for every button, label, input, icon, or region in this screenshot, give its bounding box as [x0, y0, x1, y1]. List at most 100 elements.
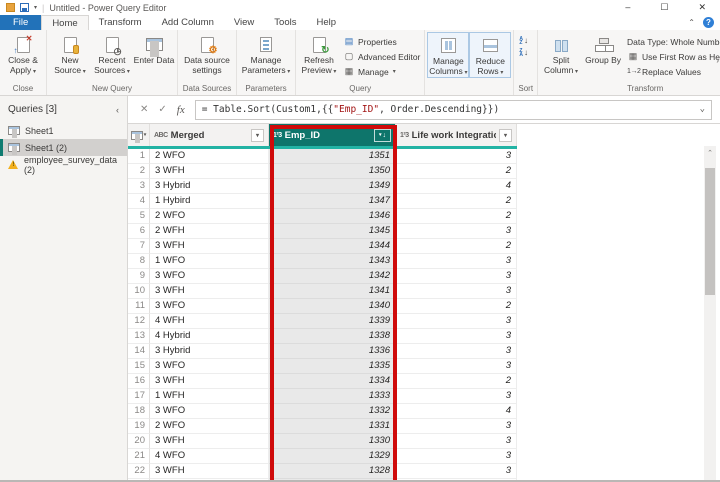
- cell-life-work-integration[interactable]: 3: [396, 329, 517, 344]
- cell-emp-id[interactable]: 1330: [269, 434, 396, 449]
- cell-emp-id[interactable]: 1338: [269, 329, 396, 344]
- enter-data-button[interactable]: Enter Data: [133, 32, 175, 66]
- reduce-rows-button[interactable]: Reduce Rows: [469, 32, 511, 78]
- cell-emp-id[interactable]: 1346: [269, 209, 396, 224]
- table-row[interactable]: 171 WFH13333: [128, 389, 720, 404]
- table-row[interactable]: 192 WFO13313: [128, 419, 720, 434]
- cell-merged[interactable]: 2 WFO: [150, 209, 269, 224]
- table-row[interactable]: 33 Hybrid13494: [128, 179, 720, 194]
- cell-emp-id[interactable]: 1333: [269, 389, 396, 404]
- cell-merged[interactable]: 1 WFH: [150, 389, 269, 404]
- ribbon-overflow-icon[interactable]: ›: [716, 56, 719, 65]
- select-all-corner[interactable]: ▾: [128, 124, 150, 146]
- tab-help[interactable]: Help: [306, 15, 346, 30]
- query-item-sheet1-2[interactable]: Sheet1 (2): [0, 139, 127, 156]
- properties-button[interactable]: ▤ Properties: [343, 35, 420, 48]
- cell-emp-id[interactable]: 1342: [269, 269, 396, 284]
- tab-add-column[interactable]: Add Column: [152, 15, 224, 30]
- cell-merged[interactable]: 3 WFH: [150, 434, 269, 449]
- tab-file[interactable]: File: [0, 15, 41, 30]
- table-row[interactable]: 134 Hybrid13383: [128, 329, 720, 344]
- cell-merged[interactable]: 3 Hybrid: [150, 344, 269, 359]
- table-row[interactable]: 153 WFO13353: [128, 359, 720, 374]
- table-row[interactable]: 124 WFH13393: [128, 314, 720, 329]
- cell-merged[interactable]: 2 WFO: [150, 149, 269, 164]
- cell-life-work-integration[interactable]: 2: [396, 374, 517, 389]
- column-header-life-work-integration[interactable]: 1²3 Life work Integration ▾: [396, 124, 517, 146]
- row-number-cell[interactable]: 16: [128, 374, 150, 389]
- close-apply-button[interactable]: ✕↑ Close & Apply: [2, 32, 44, 76]
- table-row[interactable]: 214 WFO13293: [128, 449, 720, 464]
- query-item-employee-survey-data[interactable]: employee_survey_data (2): [0, 156, 127, 173]
- table-row[interactable]: 103 WFH13413: [128, 284, 720, 299]
- sort-descending-button[interactable]: ZA↓: [519, 48, 528, 57]
- tab-home[interactable]: Home: [41, 15, 88, 30]
- cell-merged[interactable]: 3 WFO: [150, 404, 269, 419]
- row-number-cell[interactable]: 18: [128, 404, 150, 419]
- cell-merged[interactable]: 1 Hybird: [150, 194, 269, 209]
- table-row[interactable]: 12 WFO13513: [128, 149, 720, 164]
- manage-columns-button[interactable]: Manage Columns: [427, 32, 469, 78]
- new-source-button[interactable]: New Source: [49, 32, 91, 76]
- formula-expand-icon[interactable]: ⌄: [700, 104, 705, 114]
- table-row[interactable]: 163 WFH13342: [128, 374, 720, 389]
- cell-emp-id[interactable]: 1349: [269, 179, 396, 194]
- table-row[interactable]: 23 WFH13502: [128, 164, 720, 179]
- cell-life-work-integration[interactable]: 2: [396, 209, 517, 224]
- filter-dropdown-icon[interactable]: ▾: [499, 129, 512, 142]
- table-row[interactable]: 81 WFO13433: [128, 254, 720, 269]
- row-number-cell[interactable]: 1: [128, 149, 150, 164]
- table-row[interactable]: 73 WFH13442: [128, 239, 720, 254]
- cell-emp-id[interactable]: 1350: [269, 164, 396, 179]
- row-number-cell[interactable]: 21: [128, 449, 150, 464]
- cell-merged[interactable]: 1 WFO: [150, 254, 269, 269]
- refresh-preview-button[interactable]: ↻ Refresh Preview: [298, 32, 340, 76]
- manage-button[interactable]: ▦ Manage: [343, 65, 420, 78]
- row-number-cell[interactable]: 10: [128, 284, 150, 299]
- cell-life-work-integration[interactable]: 3: [396, 449, 517, 464]
- cell-life-work-integration[interactable]: 3: [396, 269, 517, 284]
- first-row-headers-button[interactable]: ▦ Use First Row as Headers: [627, 50, 720, 63]
- collapse-ribbon-icon[interactable]: ⌃: [688, 18, 695, 27]
- cell-merged[interactable]: 3 WFH: [150, 464, 269, 479]
- table-row[interactable]: 183 WFO13324: [128, 404, 720, 419]
- cell-emp-id[interactable]: 1341: [269, 284, 396, 299]
- cell-emp-id[interactable]: 1328: [269, 464, 396, 479]
- cell-life-work-integration[interactable]: 4: [396, 179, 517, 194]
- table-row[interactable]: 52 WFO13462: [128, 209, 720, 224]
- scrollbar-thumb[interactable]: [705, 168, 715, 295]
- row-number-cell[interactable]: 11: [128, 299, 150, 314]
- recent-sources-button[interactable]: ◷ Recent Sources: [91, 32, 133, 76]
- split-column-button[interactable]: Split Column: [540, 32, 582, 76]
- save-icon[interactable]: [20, 3, 29, 12]
- help-button[interactable]: ?: [703, 17, 714, 28]
- cell-life-work-integration[interactable]: 3: [396, 254, 517, 269]
- cell-emp-id[interactable]: 1335: [269, 359, 396, 374]
- cell-life-work-integration[interactable]: 3: [396, 284, 517, 299]
- column-header-emp-id[interactable]: 1²3 Emp_ID ▾↓: [269, 124, 396, 146]
- table-row[interactable]: 62 WFH13453: [128, 224, 720, 239]
- data-type-button[interactable]: Data Type: Whole Number: [627, 35, 720, 48]
- cell-life-work-integration[interactable]: 3: [396, 314, 517, 329]
- cell-merged[interactable]: 3 WFO: [150, 269, 269, 284]
- scroll-up-icon[interactable]: ⌃: [704, 146, 716, 160]
- vertical-scrollbar[interactable]: ⌃: [704, 146, 716, 482]
- manage-parameters-button[interactable]: Manage Parameters: [239, 32, 293, 76]
- tab-transform[interactable]: Transform: [89, 15, 152, 30]
- formula-cancel-icon[interactable]: ✕: [140, 104, 148, 115]
- formula-accept-icon[interactable]: ✓: [158, 104, 166, 115]
- table-row[interactable]: 223 WFH13283: [128, 464, 720, 479]
- quick-access-caret-icon[interactable]: ▾: [34, 4, 37, 11]
- cell-life-work-integration[interactable]: 3: [396, 389, 517, 404]
- table-row[interactable]: 41 Hybird13472: [128, 194, 720, 209]
- cell-emp-id[interactable]: 1331: [269, 419, 396, 434]
- replace-values-button[interactable]: 1→2 Replace Values: [627, 65, 720, 78]
- cell-life-work-integration[interactable]: 2: [396, 299, 517, 314]
- row-number-cell[interactable]: 2: [128, 164, 150, 179]
- close-button[interactable]: ✕: [698, 2, 706, 13]
- row-number-cell[interactable]: 20: [128, 434, 150, 449]
- cell-emp-id[interactable]: 1347: [269, 194, 396, 209]
- cell-life-work-integration[interactable]: 2: [396, 164, 517, 179]
- cell-life-work-integration[interactable]: 3: [396, 149, 517, 164]
- row-number-cell[interactable]: 17: [128, 389, 150, 404]
